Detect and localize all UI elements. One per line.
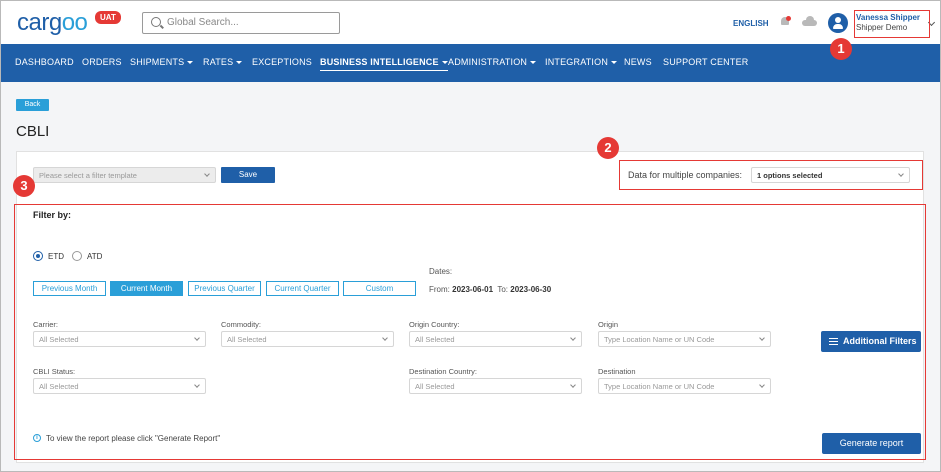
page-title: CBLI bbox=[16, 123, 50, 140]
nav-business-intelligence[interactable]: BUSINESS INTELLIGENCE bbox=[320, 57, 448, 71]
global-search-input[interactable]: Global Search... bbox=[142, 12, 340, 34]
language-selector[interactable]: ENGLISH bbox=[733, 19, 769, 28]
annotation-box-1 bbox=[854, 10, 930, 38]
nav-dashboard[interactable]: DASHBOARD bbox=[15, 57, 74, 67]
user-avatar-icon[interactable] bbox=[828, 13, 848, 33]
chevron-down-icon bbox=[204, 171, 210, 177]
notification-dot bbox=[786, 16, 791, 21]
nav-support-center[interactable]: SUPPORT CENTER bbox=[663, 57, 748, 67]
caret-down-icon bbox=[530, 61, 537, 65]
env-badge: UAT bbox=[95, 11, 121, 24]
annotation-box-3 bbox=[14, 204, 926, 460]
bell-icon[interactable] bbox=[780, 16, 791, 27]
cargoo-logo[interactable]: cargoo bbox=[17, 9, 88, 37]
annotation-badge-1: 1 bbox=[830, 38, 852, 60]
filter-template-select[interactable]: Please select a filter template bbox=[33, 167, 216, 183]
annotation-badge-2: 2 bbox=[597, 137, 619, 159]
caret-down-icon bbox=[187, 61, 194, 65]
search-placeholder: Global Search... bbox=[167, 17, 239, 28]
nav-orders[interactable]: ORDERS bbox=[82, 57, 122, 67]
save-button[interactable]: Save bbox=[221, 167, 275, 183]
nav-news[interactable]: NEWS bbox=[624, 57, 652, 67]
caret-down-icon bbox=[236, 61, 243, 65]
caret-down-icon bbox=[441, 61, 448, 65]
nav-integration[interactable]: INTEGRATION bbox=[545, 57, 618, 67]
top-header: cargoo UAT Global Search... ENGLISH Vane… bbox=[1, 1, 940, 44]
nav-administration[interactable]: ADMINISTRATION bbox=[448, 57, 537, 67]
caret-down-icon bbox=[611, 61, 618, 65]
annotation-box-2 bbox=[619, 160, 923, 190]
annotation-badge-3: 3 bbox=[13, 175, 35, 197]
back-button[interactable]: Back bbox=[16, 99, 49, 111]
logo-text-a: carg bbox=[17, 9, 62, 36]
logo-text-b: oo bbox=[61, 9, 88, 36]
filter-template-placeholder: Please select a filter template bbox=[39, 171, 137, 180]
nav-shipments[interactable]: SHIPMENTS bbox=[130, 57, 194, 67]
nav-rates[interactable]: RATES bbox=[203, 57, 243, 67]
cloud-icon[interactable] bbox=[802, 16, 817, 26]
search-icon bbox=[151, 17, 161, 27]
main-nav: DASHBOARD ORDERS SHIPMENTS RATES EXCEPTI… bbox=[1, 44, 940, 82]
nav-exceptions[interactable]: EXCEPTIONS bbox=[252, 57, 312, 67]
